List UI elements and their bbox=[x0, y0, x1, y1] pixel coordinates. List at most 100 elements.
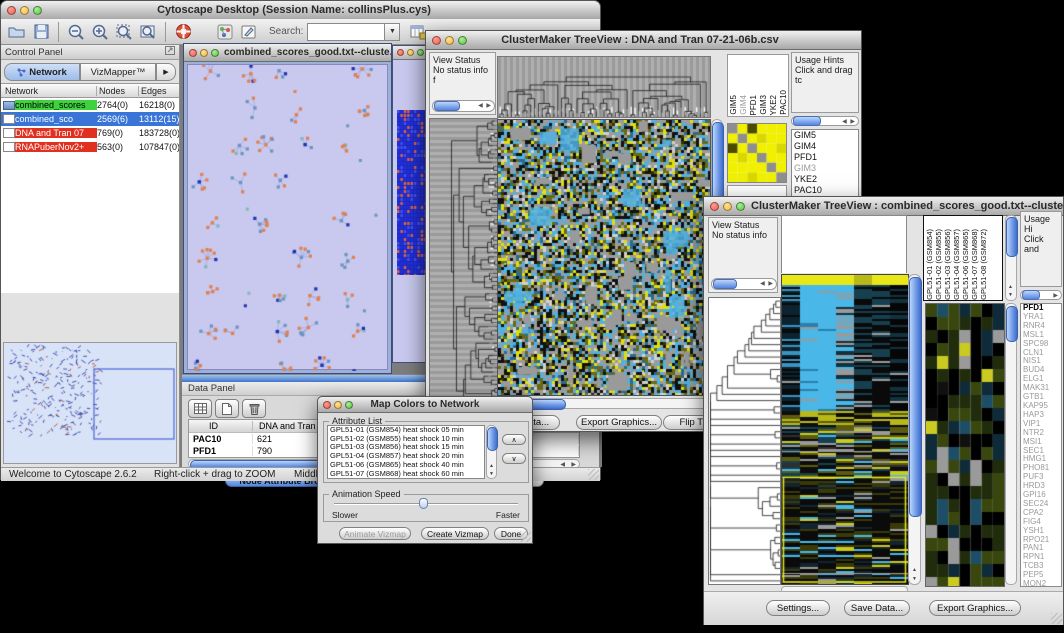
resize-grip[interactable] bbox=[1051, 613, 1062, 624]
help-icon[interactable] bbox=[171, 22, 195, 42]
column-label[interactable]: GPL51-03 (GSM856) bbox=[943, 229, 952, 300]
minimize-icon[interactable] bbox=[20, 6, 29, 15]
network-overview-panel[interactable] bbox=[3, 342, 177, 464]
zoom-window-icon[interactable] bbox=[211, 49, 219, 57]
scroll-down-icon[interactable]: ▼ bbox=[912, 576, 917, 582]
scroll-down-icon[interactable]: ▼ bbox=[1008, 292, 1013, 298]
selection-matrix-canvas[interactable] bbox=[727, 123, 787, 183]
vizmap-icon[interactable] bbox=[213, 22, 237, 42]
scroll-arrows-icon[interactable]: ◀ ▶ bbox=[478, 101, 494, 111]
network-window-titlebar[interactable]: combined_scores_good.txt--cluste... bbox=[184, 44, 391, 62]
network-canvas[interactable] bbox=[188, 65, 389, 371]
move-up-button[interactable]: ∧ bbox=[502, 434, 526, 445]
minimize-icon[interactable] bbox=[200, 49, 208, 57]
close-icon[interactable] bbox=[397, 49, 404, 56]
scroll-up-icon[interactable]: ▲ bbox=[489, 463, 494, 469]
close-icon[interactable] bbox=[189, 49, 197, 57]
minimize-icon[interactable] bbox=[334, 401, 342, 409]
network-row[interactable]: DNA and Tran 07 769(0) 183728(0) bbox=[1, 126, 179, 140]
zoom-selected-icon[interactable] bbox=[112, 22, 136, 42]
gene-label[interactable]: PFD1 bbox=[794, 152, 858, 163]
gene-label[interactable]: PAC10 bbox=[794, 185, 858, 196]
window-controls[interactable] bbox=[1, 6, 48, 15]
heatmap-canvas[interactable] bbox=[781, 274, 909, 585]
zoom-fit-icon[interactable] bbox=[136, 22, 160, 42]
search-dropdown-icon[interactable]: ▼ bbox=[385, 23, 400, 41]
tab-overflow-arrow[interactable]: ▶ bbox=[156, 63, 176, 81]
zoom-window-icon[interactable] bbox=[736, 202, 745, 211]
float-panel-icon[interactable] bbox=[165, 46, 175, 58]
slider-thumb[interactable] bbox=[419, 498, 428, 509]
heatmap-vscrollbar[interactable]: ▲ ▼ bbox=[908, 274, 921, 585]
detail-vscrollbar[interactable] bbox=[1005, 303, 1017, 585]
gene-label[interactable]: GIM4 bbox=[794, 141, 858, 152]
export-graphics-button[interactable]: Export Graphics... bbox=[576, 415, 662, 430]
zoom-window-icon[interactable] bbox=[417, 49, 424, 56]
minimize-icon[interactable] bbox=[723, 202, 732, 211]
column-label[interactable]: GPL51-02 (GSM855) bbox=[934, 229, 943, 300]
scroll-arrows-icon[interactable]: ▶ bbox=[1053, 292, 1061, 299]
resize-grip[interactable] bbox=[588, 469, 599, 480]
gene-label[interactable]: MON2 bbox=[1023, 580, 1061, 587]
scrollbar-thumb[interactable] bbox=[487, 427, 498, 451]
gene-label[interactable]: GIM3 bbox=[794, 163, 858, 174]
scroll-up-icon[interactable]: ▲ bbox=[912, 567, 917, 573]
open-icon[interactable] bbox=[5, 22, 29, 42]
attribute-list-item[interactable]: GPL51-07 (GSM868) heat shock 60 min bbox=[328, 470, 484, 479]
network-row[interactable]: combined_scores 2764(0) 16218(0) bbox=[1, 98, 179, 112]
close-icon[interactable] bbox=[710, 202, 719, 211]
column-label[interactable]: GPL51-08 (GSM872) bbox=[979, 229, 988, 300]
column-dendrogram-canvas[interactable] bbox=[497, 56, 711, 118]
network-row[interactable]: combined_sco 2569(6) 13112(15) bbox=[1, 112, 179, 126]
minimize-icon[interactable] bbox=[407, 49, 414, 56]
close-icon[interactable] bbox=[7, 6, 16, 15]
scrollbar-thumb[interactable] bbox=[1006, 217, 1018, 257]
tab-network[interactable]: Network bbox=[4, 63, 80, 81]
column-label[interactable]: GPL51-01 (GSM854) bbox=[925, 229, 934, 300]
create-vizmap-button[interactable]: Create Vizmap bbox=[421, 527, 489, 540]
export-graphics-button[interactable]: Export Graphics... bbox=[929, 600, 1021, 616]
column-label[interactable]: GPL51-07 (GSM868) bbox=[970, 229, 979, 300]
zoom-out-icon[interactable] bbox=[64, 22, 88, 42]
zoom-window-icon[interactable] bbox=[33, 6, 42, 15]
animate-vizmap-button[interactable]: Animate Vizmap bbox=[339, 527, 411, 540]
row-dendrogram-canvas[interactable] bbox=[708, 297, 781, 585]
usage-hints-scrollbar[interactable]: ▶ bbox=[1020, 290, 1062, 300]
save-icon[interactable] bbox=[29, 22, 53, 42]
column-label[interactable]: GPL51-04 (GSM857) bbox=[952, 229, 961, 300]
overview-canvas[interactable] bbox=[4, 343, 176, 463]
resize-grip[interactable] bbox=[520, 531, 531, 542]
treeview-dna-titlebar[interactable]: ClusterMaker TreeView : DNA and Tran 07-… bbox=[426, 31, 861, 50]
scrollbar-thumb[interactable] bbox=[909, 277, 922, 517]
treeview-combined-titlebar[interactable]: ClusterMaker TreeView : combined_scores_… bbox=[704, 197, 1063, 216]
save-data-button[interactable]: Save Data... bbox=[844, 600, 910, 616]
gene-label[interactable]: YKE2 bbox=[794, 174, 858, 185]
column-labels-scrollbar[interactable]: ▲ ▼ bbox=[1005, 215, 1017, 301]
attribute-table-icon[interactable] bbox=[188, 399, 212, 418]
tab-vizmapper[interactable]: VizMapper™ bbox=[80, 63, 156, 81]
network-table-header[interactable]: Network Nodes Edges bbox=[1, 83, 179, 98]
scrollbar-thumb[interactable] bbox=[1006, 306, 1018, 342]
scroll-down-icon[interactable]: ▼ bbox=[489, 471, 494, 477]
scroll-arrows-icon[interactable]: ◀ ▶ bbox=[842, 118, 858, 125]
zoom-in-icon[interactable] bbox=[88, 22, 112, 42]
main-titlebar[interactable]: Cytoscape Desktop (Session Name: collins… bbox=[1, 1, 600, 20]
scroll-arrows-icon[interactable]: ◀ ▶ bbox=[760, 279, 776, 289]
view-status-scrollbar[interactable]: ◀ ▶ bbox=[432, 100, 495, 112]
detail-heatmap-canvas[interactable] bbox=[925, 303, 1005, 587]
delete-attribute-icon[interactable] bbox=[242, 399, 266, 418]
usage-hints-scrollbar[interactable]: ◀ ▶ bbox=[791, 116, 859, 126]
column-label[interactable]: GPL51-06 (GSM865) bbox=[961, 229, 970, 300]
annotation-icon[interactable] bbox=[237, 22, 261, 42]
column-label[interactable]: GIM4 bbox=[739, 95, 748, 115]
network-row[interactable]: RNAPuberNov2+ 563(0) 107847(0) bbox=[1, 140, 179, 154]
column-label[interactable]: PFD1 bbox=[749, 95, 758, 115]
settings-button[interactable]: Settings... bbox=[766, 600, 830, 616]
view-status-scrollbar[interactable]: ◀ ▶ bbox=[711, 278, 777, 290]
close-icon[interactable] bbox=[323, 401, 331, 409]
row-dendrogram-canvas[interactable] bbox=[429, 118, 498, 408]
column-label[interactable]: GIM3 bbox=[759, 95, 768, 115]
heatmap-canvas[interactable] bbox=[497, 119, 711, 396]
column-label[interactable]: GIM5 bbox=[729, 95, 738, 115]
close-icon[interactable] bbox=[432, 36, 441, 45]
